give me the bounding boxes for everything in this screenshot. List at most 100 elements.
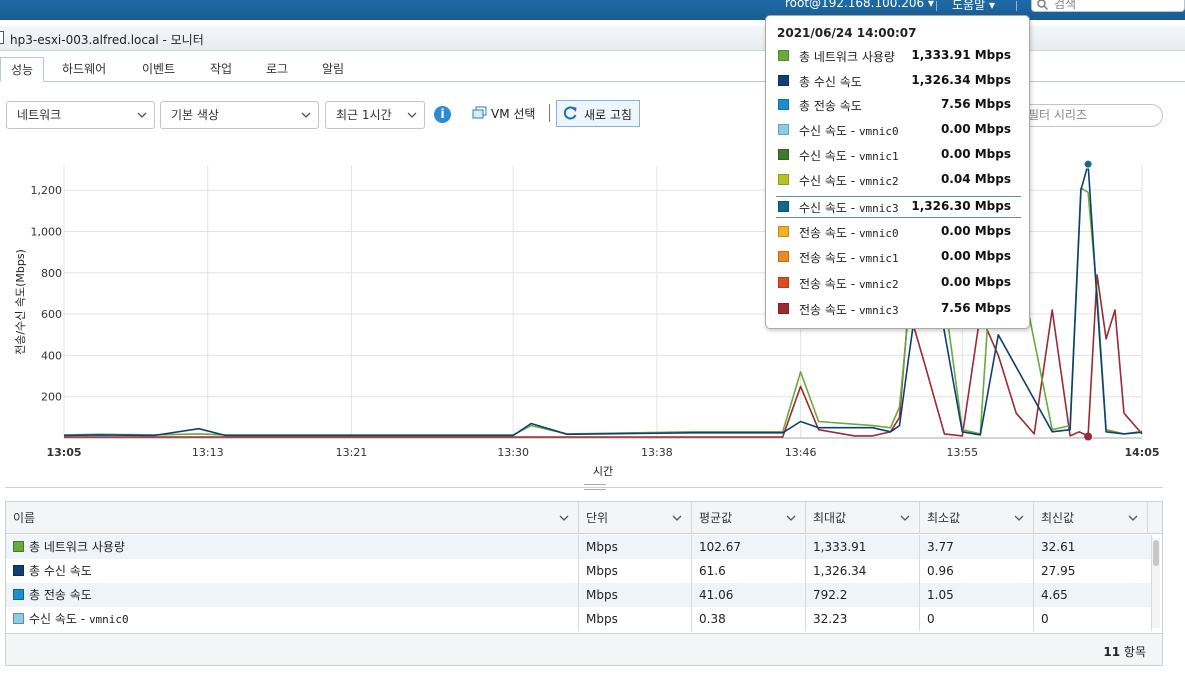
table-scrollbar[interactable] xyxy=(1152,538,1160,628)
column-header-max[interactable]: 최대값 xyxy=(806,502,920,534)
y-tick-label: 600 xyxy=(41,308,62,321)
tooltip-row: 전송 속도 - vmnic3 7.56 Mbps xyxy=(776,299,1021,321)
column-header-average[interactable]: 평균값 xyxy=(692,502,806,534)
series-color-swatch xyxy=(778,124,789,135)
table-row[interactable]: 총 네트워크 사용량 Mbps 102.67 1,333.91 3.77 32.61 xyxy=(6,535,1152,559)
toolbar-divider xyxy=(549,104,550,122)
topbar-divider xyxy=(936,1,937,11)
tooltip-row: 전송 속도 - vmnic2 0.00 Mbps xyxy=(776,273,1021,295)
table-row[interactable]: 총 전송 속도 Mbps 41.06 792.2 1.05 4.65 xyxy=(6,583,1152,607)
cell-unit: Mbps xyxy=(579,535,692,559)
tooltip-series-name: 수신 속도 - vmnic0 xyxy=(799,124,899,138)
tab-logs[interactable]: 로그 xyxy=(266,57,288,82)
cell-name: 총 네트워크 사용량 xyxy=(6,535,579,559)
tooltip-series-name: 전송 속도 - vmnic1 xyxy=(799,251,899,265)
table-row[interactable]: 총 수신 속도 Mbps 61.6 1,326.34 0.96 27.95 xyxy=(6,559,1152,583)
tooltip-series-name: 총 전송 속도 xyxy=(799,99,862,113)
hover-marker xyxy=(1083,159,1093,169)
tooltip-series-value: 1,326.30 Mbps xyxy=(911,199,1011,213)
scrollbar-thumb[interactable] xyxy=(1153,540,1159,566)
tooltip-row: 총 전송 속도 7.56 Mbps xyxy=(776,95,1021,117)
tooltip-series-name: 총 네트워크 사용량 xyxy=(799,50,895,64)
column-header-unit[interactable]: 단위 xyxy=(579,502,692,534)
metric-select-value: 네트워크 xyxy=(17,108,62,122)
cell-unit: Mbps xyxy=(579,583,692,607)
series-color-swatch xyxy=(778,50,789,61)
cell-latest: 0 xyxy=(1034,607,1152,631)
user-menu[interactable]: root@192.168.100.206 ▾ xyxy=(785,0,934,10)
hover-marker xyxy=(1084,432,1093,441)
chevron-down-icon xyxy=(301,112,311,118)
column-header-min[interactable]: 최소값 xyxy=(920,502,1034,534)
help-menu[interactable]: 도움말 ▾ xyxy=(952,0,995,13)
tooltip-row: 전송 속도 - vmnic0 0.00 Mbps xyxy=(776,222,1021,244)
tooltip-timestamp: 2021/06/24 14:00:07 xyxy=(777,26,917,40)
chevron-down-icon xyxy=(1014,515,1024,521)
tooltip-series-name: 전송 속도 - vmnic3 xyxy=(799,303,899,317)
series-color-swatch xyxy=(13,613,24,624)
tooltip-series-value: 7.56 Mbps xyxy=(940,97,1011,111)
cell-unit: Mbps xyxy=(579,607,692,631)
tab-tasks[interactable]: 작업 xyxy=(210,57,232,82)
tooltip-series-name: 전송 속도 - vmnic0 xyxy=(799,226,899,240)
y-tick-label: 1,000 xyxy=(31,226,63,239)
tooltip-series-name: 수신 속도 - vmnic3 xyxy=(799,201,899,215)
series-color-swatch xyxy=(778,277,789,288)
chevron-down-icon xyxy=(786,515,796,521)
global-search-input[interactable]: 검색 xyxy=(1031,0,1185,12)
search-icon xyxy=(1037,0,1048,10)
cell-max: 32.23 xyxy=(806,607,920,631)
time-range-select[interactable]: 최근 1시간 xyxy=(325,101,425,129)
range-select-value: 최근 1시간 xyxy=(336,108,392,122)
x-tick-label: 14:05 xyxy=(1124,446,1159,459)
x-tick-label: 13:38 xyxy=(641,446,673,459)
series-color-swatch xyxy=(778,303,789,314)
tooltip-series-name: 수신 속도 - vmnic2 xyxy=(799,174,899,188)
item-count: 11 항목 xyxy=(1103,645,1146,659)
cell-min: 3.77 xyxy=(920,535,1034,559)
metric-select[interactable]: 네트워크 xyxy=(6,101,155,129)
resize-grip-icon[interactable] xyxy=(584,484,606,490)
cell-avg: 61.6 xyxy=(692,559,806,583)
series-color-swatch xyxy=(778,174,789,185)
column-header-latest[interactable]: 최신값 xyxy=(1034,502,1148,534)
tab-hardware[interactable]: 하드웨어 xyxy=(62,57,106,82)
topbar-divider xyxy=(1016,1,1017,11)
tooltip-series-value: 0.00 Mbps xyxy=(940,122,1011,136)
cell-max: 792.2 xyxy=(806,583,920,607)
table-row[interactable]: 수신 속도 - vmnic0 Mbps 0.38 32.23 0 0 xyxy=(6,607,1152,631)
tooltip-series-value: 0.00 Mbps xyxy=(940,249,1011,263)
color-scheme-select[interactable]: 기본 색상 xyxy=(160,101,319,129)
tab-events[interactable]: 이벤트 xyxy=(142,57,175,82)
tooltip-series-value: 1,333.91 Mbps xyxy=(911,48,1011,62)
column-header-name[interactable]: 이름 xyxy=(6,502,579,534)
series-color-swatch xyxy=(778,226,789,237)
series-color-swatch xyxy=(13,565,24,576)
table-header: 이름 단위 평균값 최대값 최소값 최신값 xyxy=(6,502,1162,534)
refresh-button[interactable]: 새로 고침 xyxy=(556,100,640,127)
cell-latest: 4.65 xyxy=(1034,583,1152,607)
app: root@192.168.100.206 ▾ 도움말 ▾ 검색 hp3-esxi… xyxy=(0,0,1185,679)
y-tick-label: 1,200 xyxy=(31,184,63,197)
chevron-down-icon xyxy=(559,515,569,521)
series-color-swatch xyxy=(778,149,789,160)
cell-name: 총 수신 속도 xyxy=(6,559,579,583)
table-footer: 11 항목 xyxy=(6,633,1162,665)
tooltip-series-name: 수신 속도 - vmnic1 xyxy=(799,149,899,163)
chart-tooltip: 2021/06/24 14:00:07 총 네트워크 사용량 1,333.91 M… xyxy=(765,15,1030,329)
cell-unit: Mbps xyxy=(579,559,692,583)
cell-max: 1,333.91 xyxy=(806,535,920,559)
series-color-swatch xyxy=(778,201,789,212)
chevron-down-icon xyxy=(1128,515,1138,521)
tooltip-row: 수신 속도 - vmnic0 0.00 Mbps xyxy=(776,120,1021,142)
series-color-swatch xyxy=(778,99,789,110)
tab-performance[interactable]: 성능 xyxy=(0,57,45,82)
cell-min: 0.96 xyxy=(920,559,1034,583)
tooltip-series-value: 0.00 Mbps xyxy=(940,275,1011,289)
tab-alarms[interactable]: 알림 xyxy=(322,57,344,82)
series-color-swatch xyxy=(778,75,789,86)
chevron-down-icon xyxy=(407,112,417,118)
chevron-down-icon xyxy=(900,515,910,521)
info-icon[interactable]: i xyxy=(434,106,451,123)
cell-name: 총 전송 속도 xyxy=(6,583,579,607)
